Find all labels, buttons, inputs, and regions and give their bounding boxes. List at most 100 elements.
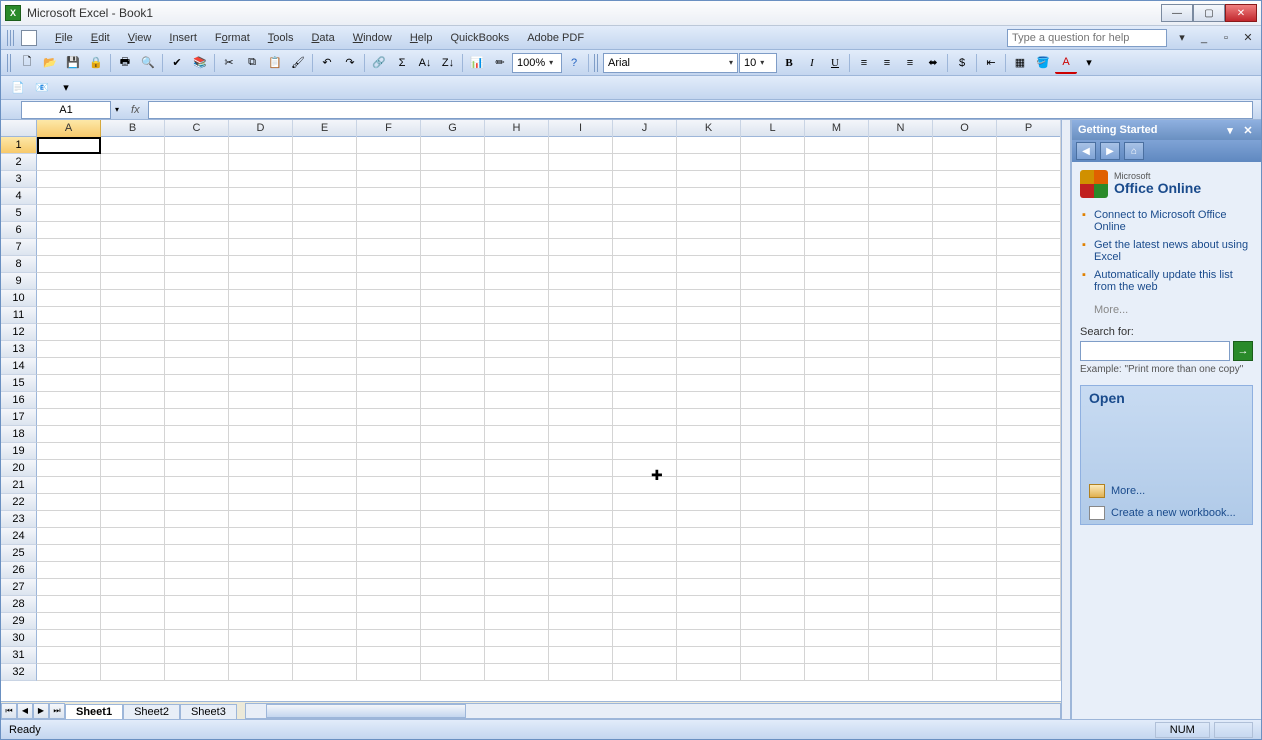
font-color-button[interactable]: A xyxy=(1055,52,1077,74)
cell-M28[interactable] xyxy=(805,596,869,613)
cell-B9[interactable] xyxy=(101,273,165,290)
column-header-M[interactable]: M xyxy=(805,120,869,137)
cell-I28[interactable] xyxy=(549,596,613,613)
cell-E13[interactable] xyxy=(293,341,357,358)
cell-O6[interactable] xyxy=(933,222,997,239)
cell-K29[interactable] xyxy=(677,613,741,630)
cell-O5[interactable] xyxy=(933,205,997,222)
cell-F24[interactable] xyxy=(357,528,421,545)
cell-B10[interactable] xyxy=(101,290,165,307)
cell-L22[interactable] xyxy=(741,494,805,511)
cell-C20[interactable] xyxy=(165,460,229,477)
cell-A23[interactable] xyxy=(37,511,101,528)
cell-P27[interactable] xyxy=(997,579,1061,596)
cell-N9[interactable] xyxy=(869,273,933,290)
cell-B29[interactable] xyxy=(101,613,165,630)
open-button[interactable]: 📂 xyxy=(39,52,61,74)
cell-H18[interactable] xyxy=(485,426,549,443)
cell-M29[interactable] xyxy=(805,613,869,630)
cell-G28[interactable] xyxy=(421,596,485,613)
cell-F18[interactable] xyxy=(357,426,421,443)
cell-L10[interactable] xyxy=(741,290,805,307)
cell-E31[interactable] xyxy=(293,647,357,664)
cell-B16[interactable] xyxy=(101,392,165,409)
cell-F12[interactable] xyxy=(357,324,421,341)
row-header-6[interactable]: 6 xyxy=(1,222,37,239)
cell-N32[interactable] xyxy=(869,664,933,681)
cell-I15[interactable] xyxy=(549,375,613,392)
cell-J20[interactable] xyxy=(613,460,677,477)
cell-M12[interactable] xyxy=(805,324,869,341)
cell-H11[interactable] xyxy=(485,307,549,324)
cell-J15[interactable] xyxy=(613,375,677,392)
cell-O14[interactable] xyxy=(933,358,997,375)
cell-P6[interactable] xyxy=(997,222,1061,239)
merge-center-button[interactable]: ⬌ xyxy=(922,52,944,74)
cell-D24[interactable] xyxy=(229,528,293,545)
cell-L28[interactable] xyxy=(741,596,805,613)
cell-G22[interactable] xyxy=(421,494,485,511)
cell-O29[interactable] xyxy=(933,613,997,630)
cell-K11[interactable] xyxy=(677,307,741,324)
cell-P5[interactable] xyxy=(997,205,1061,222)
cell-K15[interactable] xyxy=(677,375,741,392)
cell-B19[interactable] xyxy=(101,443,165,460)
menu-file[interactable]: File xyxy=(47,29,81,47)
zoom-combo[interactable]: 100%▾ xyxy=(512,53,562,73)
cell-H4[interactable] xyxy=(485,188,549,205)
cell-O10[interactable] xyxy=(933,290,997,307)
cell-N24[interactable] xyxy=(869,528,933,545)
cell-I20[interactable] xyxy=(549,460,613,477)
cell-L17[interactable] xyxy=(741,409,805,426)
cell-A9[interactable] xyxy=(37,273,101,290)
column-header-C[interactable]: C xyxy=(165,120,229,137)
sheet-tab-sheet2[interactable]: Sheet2 xyxy=(123,704,180,719)
cell-F25[interactable] xyxy=(357,545,421,562)
namebox-dropdown-icon[interactable]: ▾ xyxy=(111,105,123,114)
column-header-B[interactable]: B xyxy=(101,120,165,137)
font-name-combo[interactable]: Arial▾ xyxy=(603,53,738,73)
cell-P30[interactable] xyxy=(997,630,1061,647)
cell-D17[interactable] xyxy=(229,409,293,426)
spelling-button[interactable]: ✔ xyxy=(166,52,188,74)
cell-O13[interactable] xyxy=(933,341,997,358)
cell-G5[interactable] xyxy=(421,205,485,222)
row-header-16[interactable]: 16 xyxy=(1,392,37,409)
taskpane-search-input[interactable] xyxy=(1080,341,1230,361)
column-header-F[interactable]: F xyxy=(357,120,421,137)
help-dropdown-icon[interactable]: ▾ xyxy=(1175,31,1189,45)
cell-G4[interactable] xyxy=(421,188,485,205)
cell-D28[interactable] xyxy=(229,596,293,613)
cell-L21[interactable] xyxy=(741,477,805,494)
cell-O22[interactable] xyxy=(933,494,997,511)
cell-H2[interactable] xyxy=(485,154,549,171)
cell-D12[interactable] xyxy=(229,324,293,341)
cell-C26[interactable] xyxy=(165,562,229,579)
cell-L24[interactable] xyxy=(741,528,805,545)
cell-L25[interactable] xyxy=(741,545,805,562)
cell-F14[interactable] xyxy=(357,358,421,375)
column-header-I[interactable]: I xyxy=(549,120,613,137)
cell-J22[interactable] xyxy=(613,494,677,511)
cell-L27[interactable] xyxy=(741,579,805,596)
cell-B28[interactable] xyxy=(101,596,165,613)
cell-E8[interactable] xyxy=(293,256,357,273)
cell-I31[interactable] xyxy=(549,647,613,664)
menu-insert[interactable]: Insert xyxy=(161,29,205,47)
cell-F9[interactable] xyxy=(357,273,421,290)
cell-C30[interactable] xyxy=(165,630,229,647)
cell-O17[interactable] xyxy=(933,409,997,426)
cell-B13[interactable] xyxy=(101,341,165,358)
cell-P25[interactable] xyxy=(997,545,1061,562)
cell-I32[interactable] xyxy=(549,664,613,681)
cell-C27[interactable] xyxy=(165,579,229,596)
cell-K20[interactable] xyxy=(677,460,741,477)
cell-E26[interactable] xyxy=(293,562,357,579)
sort-asc-button[interactable]: A↓ xyxy=(414,52,436,74)
cell-C8[interactable] xyxy=(165,256,229,273)
doc-minimize-button[interactable]: _ xyxy=(1197,31,1211,45)
cell-H9[interactable] xyxy=(485,273,549,290)
cell-E7[interactable] xyxy=(293,239,357,256)
fill-color-button[interactable]: 🪣 xyxy=(1032,52,1054,74)
cell-N19[interactable] xyxy=(869,443,933,460)
